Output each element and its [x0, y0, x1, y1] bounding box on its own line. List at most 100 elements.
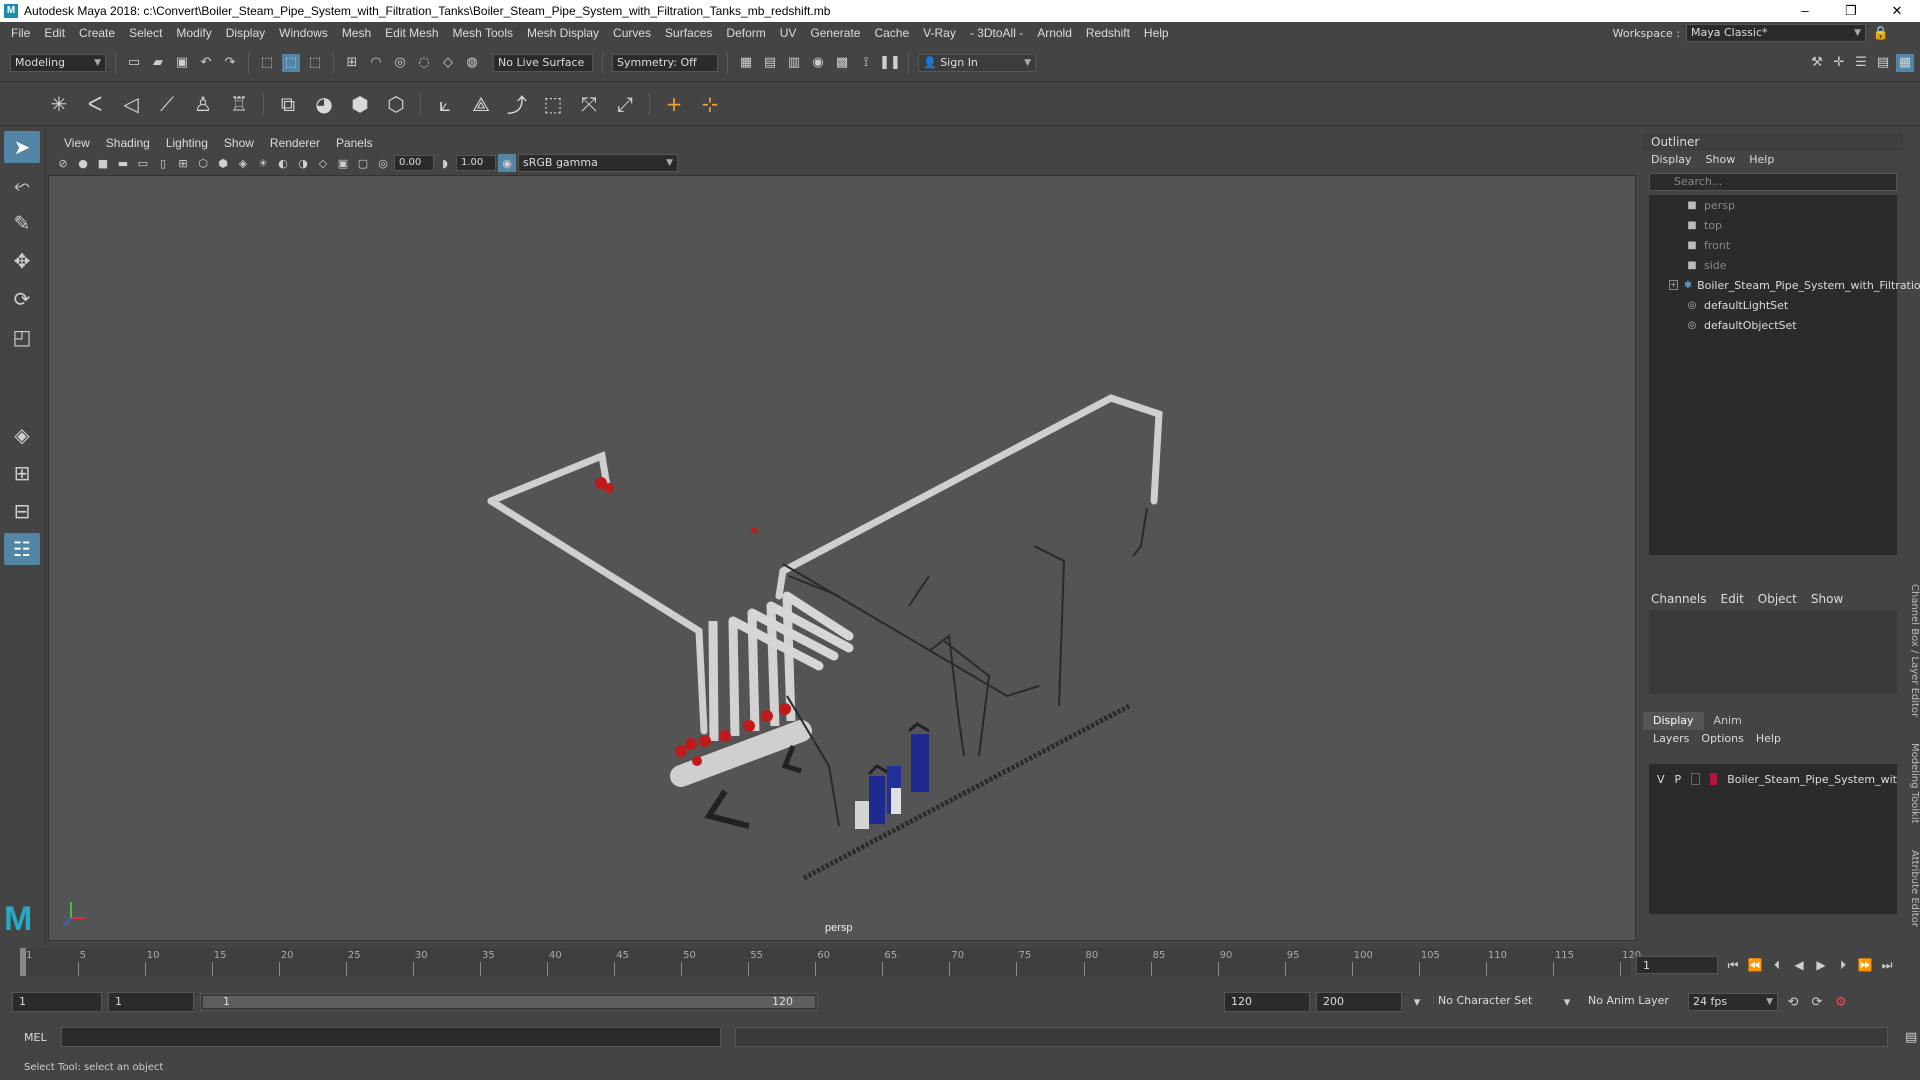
play-forwards-icon[interactable]: ▶ [1812, 956, 1830, 974]
menu-mesh-display[interactable]: Mesh Display [520, 26, 606, 40]
select-hierarchy-icon[interactable]: ⬚ [258, 54, 276, 72]
tab-anim[interactable]: Anim [1704, 712, 1752, 730]
lights-icon[interactable]: ☀ [254, 154, 272, 172]
snap-projected-icon[interactable]: ◌ [415, 54, 433, 72]
menu-mesh-tools[interactable]: Mesh Tools [446, 26, 520, 40]
character-set-dropdown[interactable]: No Character Set [1432, 992, 1552, 1012]
layer-row[interactable]: V P Boiler_Steam_Pipe_System_wit [1649, 770, 1897, 788]
snap-grid-icon[interactable]: ⊞ [343, 54, 361, 72]
hypershade-icon[interactable]: ◉ [809, 54, 827, 72]
soft-select-icon[interactable]: ◈ [4, 419, 40, 451]
anti-alias-icon[interactable]: ◇ [314, 154, 332, 172]
panel-menu-show[interactable]: Show [216, 136, 262, 150]
menu-deform[interactable]: Deform [719, 26, 772, 40]
wire-icon[interactable]: ⤴ [502, 89, 532, 119]
outliner-item-defaultlightset[interactable]: ◎ defaultLightSet [1649, 295, 1897, 315]
menu-set-dropdown[interactable]: Modeling ▼ [10, 53, 106, 72]
smooth-shade-icon[interactable]: ⬢ [214, 154, 232, 172]
lasso-tool-icon[interactable]: ⬿ [4, 169, 40, 201]
cluster-icon[interactable]: ⟀ [430, 89, 460, 119]
menu-arnold[interactable]: Arnold [1030, 26, 1079, 40]
xray-icon[interactable]: ▢ [354, 154, 372, 172]
ik-spline-icon[interactable]: ◁ [116, 89, 146, 119]
colorspace-dropdown[interactable]: sRGB gamma ▼ [518, 154, 678, 172]
command-language-label[interactable]: MEL [24, 1031, 47, 1044]
grid-toggle-icon[interactable]: ⊞ [174, 154, 192, 172]
shadows-icon[interactable]: ◐ [274, 154, 292, 172]
menu-display[interactable]: Display [219, 26, 272, 40]
menu-curves[interactable]: Curves [606, 26, 658, 40]
render-frame-icon[interactable]: ▦ [737, 54, 755, 72]
fps-dropdown[interactable]: 24 fps ▼ [1688, 993, 1778, 1011]
perspective-viewport[interactable]: persp [48, 175, 1636, 941]
outliner-menu-help[interactable]: Help [1749, 151, 1774, 169]
minimize-button[interactable]: – [1782, 3, 1828, 19]
layer-playback-toggle[interactable]: P [1675, 773, 1682, 786]
outliner-menu-show[interactable]: Show [1706, 151, 1736, 169]
auto-key-icon[interactable]: ⟳ [1808, 993, 1826, 1011]
step-back-key-icon[interactable]: ⏪ [1746, 956, 1764, 974]
side-tab-channel-box[interactable]: Channel Box / Layer Editor [1904, 584, 1920, 717]
snap-curve-icon[interactable]: ◠ [367, 54, 385, 72]
redo-icon[interactable]: ↷ [221, 54, 239, 72]
outliner-item-persp[interactable]: ■ persp [1649, 195, 1897, 215]
range-bar[interactable]: 1 120 [200, 993, 818, 1011]
time-slider[interactable]: 1 5 10 15 20 25 30 35 40 45 50 55 60 65 70 75 80 85 90 95 10… [0, 946, 1920, 982]
wireframe-icon[interactable]: ⬡ [194, 154, 212, 172]
gamma-field[interactable]: 1.00 [456, 155, 496, 171]
snap-view-plane-icon[interactable]: ◇ [439, 54, 457, 72]
smooth-skin-icon[interactable]: ◕ [309, 89, 339, 119]
panel-menu-shading[interactable]: Shading [98, 136, 158, 150]
playback-start-field[interactable]: 1 [108, 992, 194, 1012]
render-settings-icon[interactable]: ▥ [785, 54, 803, 72]
side-tab-modeling-toolkit[interactable]: Modeling Toolkit [1904, 743, 1920, 824]
outliner-menu-display[interactable]: Display [1651, 151, 1692, 169]
menu-3dtoall[interactable]: - 3DtoAll - [963, 26, 1030, 40]
anim-layer-dropdown[interactable]: No Anim Layer [1582, 992, 1682, 1012]
textured-icon[interactable]: ◈ [234, 154, 252, 172]
channel-menu-show[interactable]: Show [1811, 588, 1843, 610]
save-scene-icon[interactable]: ▣ [173, 54, 191, 72]
playback-end-field[interactable]: 120 [1224, 992, 1310, 1012]
layer-visibility-toggle[interactable]: V [1657, 773, 1665, 786]
ik-handle-icon[interactable]: ᐸ [80, 89, 110, 119]
layer-menu-layers[interactable]: Layers [1653, 730, 1689, 748]
constraint-point-icon[interactable]: + [659, 89, 689, 119]
layer-color-swatch[interactable] [1709, 773, 1718, 785]
undo-icon[interactable]: ↶ [197, 54, 215, 72]
select-object-icon[interactable]: ⬚ [282, 53, 300, 72]
character-controls-icon[interactable]: ✛ [1830, 54, 1848, 72]
paint-weights-icon[interactable]: ⬢ [345, 89, 375, 119]
maximize-button[interactable]: ❐ [1828, 3, 1874, 19]
joint-tool-icon[interactable]: ✳ [44, 89, 74, 119]
bone-tool-icon[interactable]: ⟋ [152, 89, 182, 119]
panel-menu-panels[interactable]: Panels [328, 136, 381, 150]
menu-select[interactable]: Select [122, 26, 169, 40]
exposure-field[interactable]: 0.00 [394, 155, 434, 171]
preferences-icon[interactable]: ⚙ [1832, 993, 1850, 1011]
sign-in-button[interactable]: 👤 Sign In ▼ [918, 53, 1036, 72]
symmetry-dropdown[interactable]: Symmetry: Off [612, 53, 718, 72]
open-scene-icon[interactable]: ▰ [149, 54, 167, 72]
influence-icon[interactable]: ⬡ [381, 89, 411, 119]
menu-surfaces[interactable]: Surfaces [658, 26, 719, 40]
expand-icon[interactable]: + [1669, 280, 1678, 290]
sculpt-icon[interactable]: ⬚ [538, 89, 568, 119]
camera-attributes-icon[interactable]: ● [74, 154, 92, 172]
select-tool-icon[interactable]: ➤ [4, 131, 40, 163]
blend-shape-icon[interactable]: ⤢ [610, 89, 640, 119]
outliner-search-input[interactable]: Search... [1649, 173, 1897, 191]
constraint-aim-icon[interactable]: ⊹ [695, 89, 725, 119]
image-plane-icon[interactable]: ▬ [114, 154, 132, 172]
skeleton-icon[interactable]: ♖ [224, 89, 254, 119]
menu-edit[interactable]: Edit [37, 26, 72, 40]
step-back-frame-icon[interactable]: ⏴ [1768, 956, 1786, 974]
scale-tool-icon[interactable]: ◰ [4, 321, 40, 353]
ambient-occlusion-icon[interactable]: ◑ [294, 154, 312, 172]
color-management-icon[interactable]: ◉ [498, 154, 516, 172]
channel-menu-channels[interactable]: Channels [1651, 588, 1707, 610]
isolate-select-icon[interactable]: ▣ [334, 154, 352, 172]
rotate-tool-icon[interactable]: ⟳ [4, 283, 40, 315]
panel-menu-view[interactable]: View [56, 136, 98, 150]
menu-create[interactable]: Create [72, 26, 122, 40]
